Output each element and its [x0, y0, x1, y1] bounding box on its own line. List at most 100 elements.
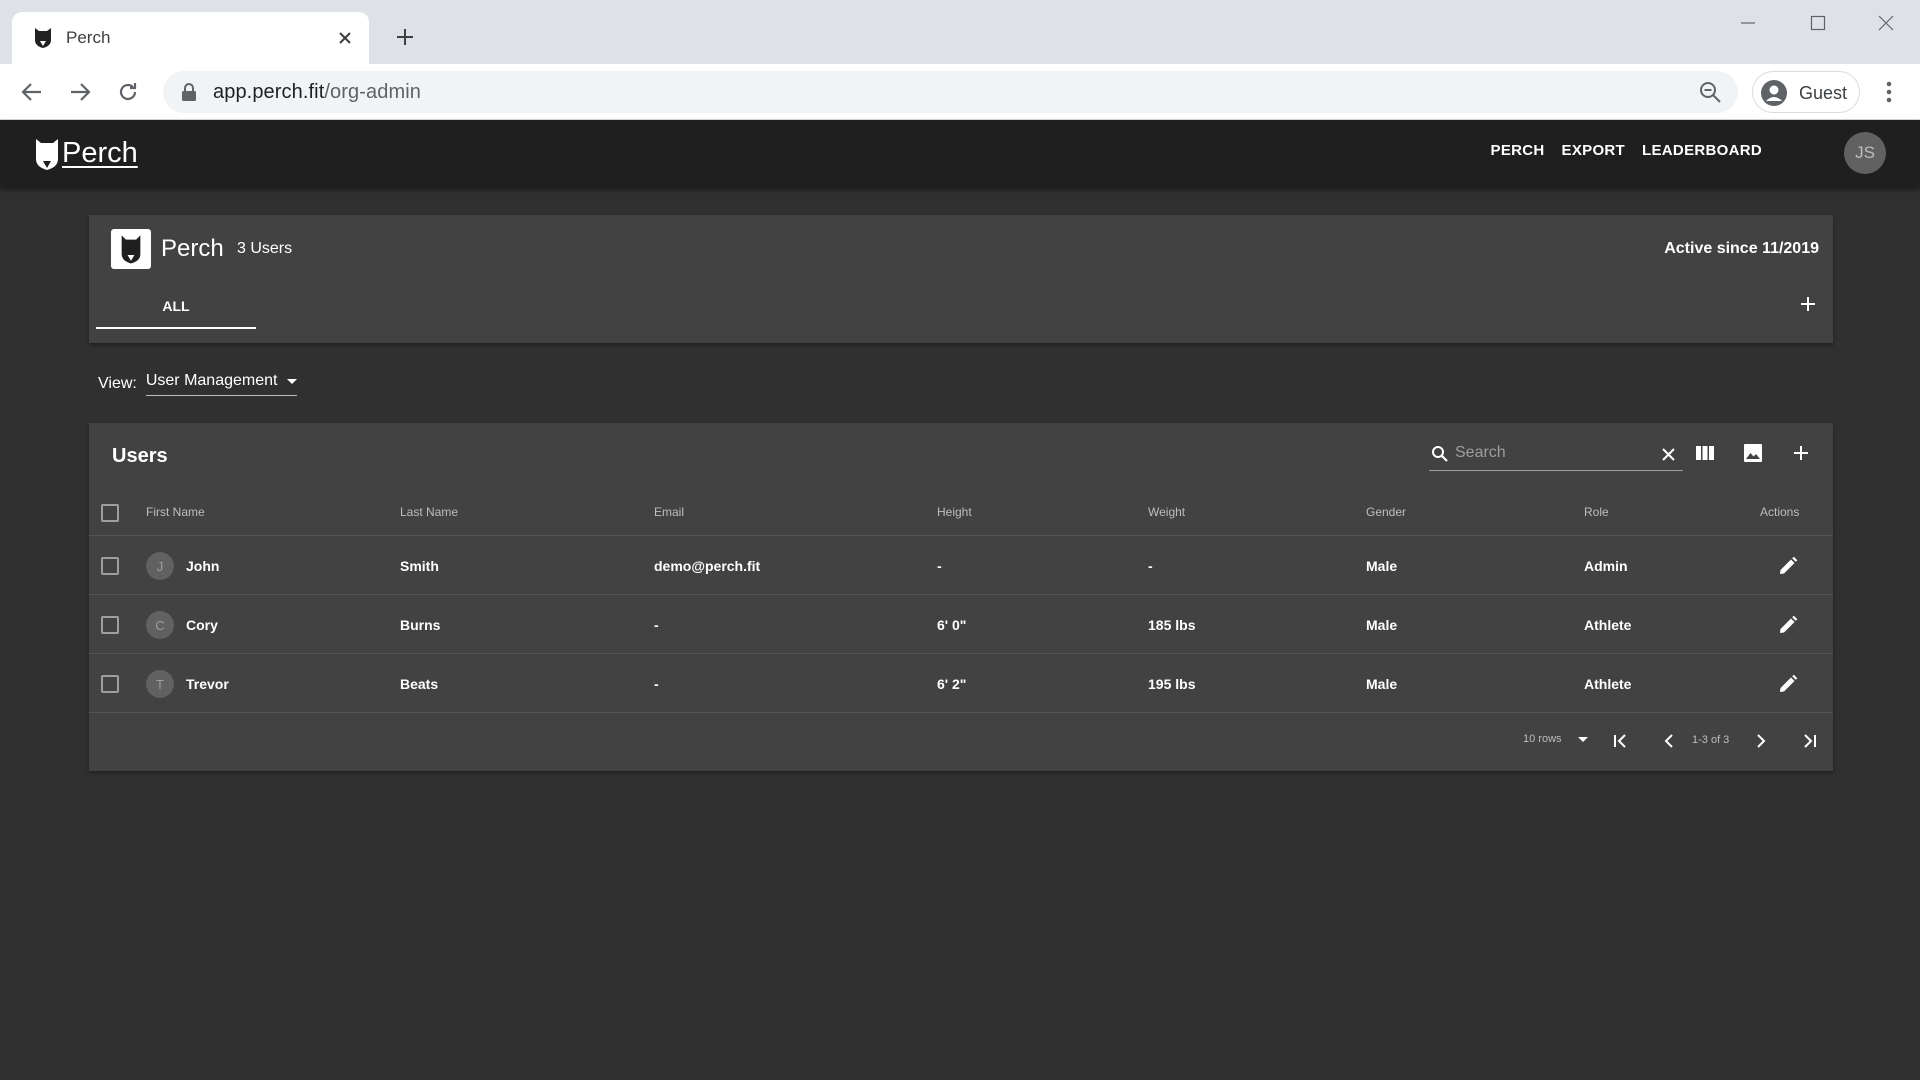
nav-export-link[interactable]: EXPORT [1562, 142, 1625, 159]
select-all-checkbox[interactable] [101, 504, 119, 522]
top-nav: PERCH EXPORT LEADERBOARD [1491, 142, 1762, 159]
edit-user-button[interactable] [1775, 553, 1801, 579]
cell-last-name: Smith [400, 558, 439, 574]
row-checkbox[interactable] [101, 616, 119, 634]
arrow-right-icon [71, 83, 91, 101]
org-user-count: 3 Users [237, 240, 293, 257]
lock-icon [182, 83, 196, 101]
last-page-button[interactable] [1795, 727, 1823, 755]
next-page-button[interactable] [1747, 727, 1775, 755]
image-export-button[interactable] [1735, 435, 1771, 471]
org-name: Perch [161, 235, 224, 262]
first-page-button[interactable] [1607, 727, 1635, 755]
cell-gender: Male [1366, 676, 1398, 692]
cell-first-name: John [186, 558, 220, 574]
row-checkbox[interactable] [101, 557, 119, 575]
column-header-last-name[interactable]: Last Name [400, 505, 458, 519]
tab-close-icon[interactable] [331, 24, 359, 52]
plus-icon [1794, 446, 1808, 460]
column-header-actions: Actions [1760, 505, 1800, 519]
org-active-since: Active since 11/2019 [1664, 240, 1819, 257]
view-selected-value: User Management [145, 372, 278, 389]
image-icon [1744, 444, 1762, 462]
cell-role: Admin [1584, 558, 1628, 574]
back-button[interactable] [14, 74, 50, 110]
column-header-weight[interactable]: Weight [1148, 505, 1185, 519]
profile-avatar-icon [1761, 80, 1787, 106]
caret-down-icon [1577, 736, 1588, 742]
cell-email: - [654, 676, 659, 692]
profile-button[interactable]: Guest [1752, 71, 1860, 113]
previous-page-button[interactable] [1655, 727, 1683, 755]
clear-search-button[interactable] [1657, 443, 1679, 465]
cell-height: - [937, 558, 942, 574]
add-user-button[interactable] [1783, 435, 1819, 471]
new-tab-button[interactable] [390, 22, 420, 52]
browser-toolbar: app.perch.fit/org-admin Guest [0, 64, 1920, 120]
tab-all[interactable]: ALL [96, 285, 256, 329]
row-avatar: C [146, 611, 174, 639]
table-row[interactable]: C Cory Burns - 6' 0" 185 lbs Male Athlet… [89, 596, 1833, 654]
table-row[interactable]: J John Smith demo@perch.fit - - Male Adm… [89, 537, 1833, 595]
maximize-icon[interactable] [1790, 6, 1846, 40]
org-logo [111, 229, 151, 269]
cell-role: Athlete [1584, 617, 1632, 633]
pencil-icon [1780, 615, 1798, 633]
cell-weight: 195 lbs [1148, 676, 1196, 692]
column-header-email[interactable]: Email [654, 505, 684, 519]
nav-perch-link[interactable]: PERCH [1491, 142, 1545, 159]
reload-button[interactable] [110, 74, 146, 110]
brand-logo-link[interactable]: Perch [34, 130, 138, 176]
chevron-right-icon [1757, 734, 1766, 748]
caret-down-icon [287, 378, 298, 384]
search-icon [1432, 446, 1448, 462]
users-search [1429, 435, 1683, 471]
row-avatar: J [146, 552, 174, 580]
browser-menu-icon[interactable] [1874, 74, 1904, 110]
nav-leaderboard-link[interactable]: LEADERBOARD [1642, 142, 1762, 159]
tab-title: Perch [66, 28, 111, 47]
org-card: Perch 3 Users Active since 11/2019 ALL [89, 215, 1833, 343]
add-group-button[interactable] [1793, 289, 1823, 319]
org-logo-icon [121, 235, 141, 264]
table-row[interactable]: T Trevor Beats - 6' 2" 195 lbs Male Athl… [89, 655, 1833, 713]
row-checkbox[interactable] [101, 675, 119, 693]
edit-user-button[interactable] [1775, 612, 1801, 638]
first-page-icon [1614, 734, 1626, 748]
url-path: /org-admin [324, 81, 421, 103]
table-header: First Name Last Name Email Height Weight… [89, 489, 1833, 536]
rows-per-page-select[interactable]: 10 rows [1523, 733, 1588, 745]
column-header-gender[interactable]: Gender [1366, 505, 1406, 519]
cell-height: 6' 0" [937, 617, 967, 633]
perch-favicon-icon [35, 28, 51, 48]
minimize-icon[interactable] [1720, 6, 1776, 40]
view-selector-row: View: User Management [98, 372, 298, 396]
columns-button[interactable] [1687, 435, 1723, 471]
browser-tabstrip: Perch [0, 0, 1920, 64]
reload-icon [119, 83, 137, 101]
users-card: Users First Name Last Name Email Height … [89, 423, 1833, 771]
view-select[interactable]: User Management [145, 372, 298, 396]
user-avatar[interactable]: JS [1844, 132, 1886, 174]
edit-user-button[interactable] [1775, 671, 1801, 697]
column-header-first-name[interactable]: First Name [146, 505, 205, 519]
column-header-role[interactable]: Role [1584, 505, 1609, 519]
url-host: app.perch.fit [213, 81, 325, 103]
window-close-icon[interactable] [1858, 6, 1914, 40]
arrow-left-icon [21, 83, 41, 101]
plus-icon [1801, 297, 1815, 311]
view-column-icon [1696, 446, 1714, 460]
cell-gender: Male [1366, 617, 1398, 633]
forward-button[interactable] [62, 74, 98, 110]
cell-last-name: Beats [400, 676, 439, 692]
url-text: app.perch.fit/org-admin [213, 81, 421, 104]
address-bar[interactable]: app.perch.fit/org-admin [163, 71, 1738, 113]
column-header-height[interactable]: Height [937, 505, 972, 519]
browser-tab[interactable]: Perch [12, 12, 369, 64]
pencil-icon [1780, 556, 1798, 574]
view-label: View: [98, 375, 137, 392]
search-input[interactable] [1455, 439, 1645, 467]
zoom-icon[interactable] [1698, 80, 1722, 104]
app-header: Perch PERCH EXPORT LEADERBOARD JS [0, 120, 1920, 188]
page-range: 1-3 of 3 [1692, 734, 1730, 746]
